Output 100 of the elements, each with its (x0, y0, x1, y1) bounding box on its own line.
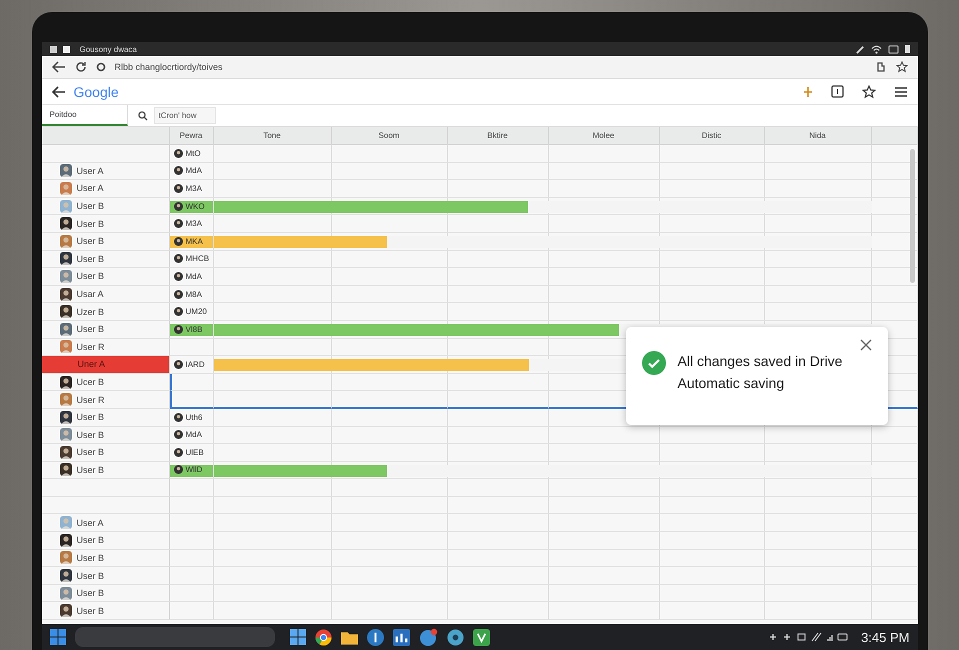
person-chip-icon (174, 412, 182, 422)
chip-label: MdA (186, 430, 202, 440)
pen-icon (856, 44, 864, 54)
user-name: User B (76, 464, 104, 475)
logo: Google (74, 84, 119, 100)
user-name: User B (76, 552, 104, 563)
avatar-icon (60, 340, 72, 354)
column-header[interactable]: Nida (764, 127, 872, 145)
user-name: User B (76, 588, 104, 598)
phone-app-icon[interactable] (418, 628, 438, 646)
avatar-icon (60, 217, 72, 230)
user-name: User B (76, 430, 104, 440)
scrollbar[interactable] (910, 149, 914, 283)
timeline-bar[interactable] (170, 464, 388, 477)
avatar-icon (60, 410, 72, 424)
user-name: User A (76, 518, 104, 528)
avatar-icon (60, 376, 72, 389)
avatar-icon (60, 604, 72, 618)
user-name: Uzer B (76, 306, 104, 317)
avatar-icon (60, 534, 72, 547)
user-name: User B (76, 236, 104, 246)
column-header[interactable]: Tone (214, 127, 332, 145)
site-info-icon[interactable] (96, 62, 106, 72)
chip-label: MKA (186, 236, 203, 246)
notification-title: All changes saved in Drive (678, 353, 842, 369)
table-cell (872, 532, 918, 550)
search-icon (138, 110, 148, 120)
avatar-icon (60, 288, 72, 301)
app-icon[interactable] (366, 628, 384, 646)
url-text[interactable]: Rlbb changlocrtiordy/toives (114, 62, 223, 72)
user-name: User A (76, 166, 104, 176)
table-cell (170, 496, 214, 514)
person-chip-icon (174, 148, 182, 158)
start-icon[interactable] (50, 629, 66, 645)
column-header[interactable]: Molee (548, 127, 660, 145)
avatar-icon (60, 252, 72, 266)
person-chip-icon (174, 166, 182, 176)
table-cell (872, 602, 918, 620)
avatar-icon (60, 305, 72, 318)
window-title: Gousony dwaca (80, 44, 137, 54)
gear-app-icon[interactable] (446, 628, 464, 646)
chip-label: MdA (186, 272, 202, 281)
column-header[interactable]: Bktire (448, 127, 548, 145)
user-name: User A (76, 183, 104, 194)
menu-icon[interactable] (894, 86, 908, 98)
folder-icon[interactable] (340, 630, 358, 644)
user-name: User B (76, 535, 104, 546)
back-icon[interactable] (52, 86, 66, 98)
chip-label: M8A (186, 290, 202, 299)
sheet-tab[interactable]: Poitdoo (42, 105, 128, 126)
avatar-icon (60, 182, 72, 195)
star-icon[interactable] (862, 84, 876, 98)
table-cell (872, 479, 918, 497)
user-name: User B (76, 570, 104, 581)
avatar-icon (60, 234, 72, 248)
check-icon (642, 351, 666, 375)
person-chip-icon (174, 219, 182, 228)
avatar-icon (60, 270, 72, 283)
person-chip-icon (174, 290, 182, 299)
close-icon[interactable] (860, 339, 872, 351)
tray-icons[interactable] (768, 632, 848, 642)
column-header[interactable]: Distic (660, 127, 764, 145)
column-header[interactable]: Pewra (170, 127, 214, 145)
chart-app-icon[interactable] (392, 628, 410, 646)
person-chip-icon (174, 272, 182, 281)
avatar-icon (60, 446, 72, 459)
notification-text: Automatic saving (678, 375, 786, 391)
user-name: Usar A (76, 289, 104, 300)
table-cell (872, 514, 918, 532)
person-chip-icon (174, 254, 182, 264)
table-cell (872, 426, 918, 444)
avatar-icon (60, 322, 72, 336)
panel-icon[interactable] (830, 85, 844, 98)
user-name: User B (76, 271, 104, 282)
timeline-bar[interactable] (170, 236, 388, 248)
reload-icon[interactable] (74, 61, 86, 73)
avatar-icon (60, 516, 72, 530)
user-name: User B (76, 447, 104, 458)
battery-icon (904, 45, 910, 53)
leaf-app-icon[interactable] (472, 628, 490, 646)
extension-icon[interactable] (874, 61, 886, 73)
back-icon[interactable] (52, 61, 66, 73)
user-name: User B (76, 412, 104, 422)
chip-label: Uth6 (186, 412, 202, 422)
browser-icon[interactable] (314, 628, 332, 646)
search-field[interactable]: tCron' how (154, 107, 216, 124)
column-header[interactable]: Soom (332, 127, 448, 145)
chip-label: MdA (186, 166, 202, 176)
person-chip-icon (174, 184, 182, 193)
star-icon[interactable] (896, 61, 908, 73)
chip-label: M3A (186, 219, 202, 228)
windows-icon[interactable] (290, 629, 306, 645)
chip-label: MHCB (186, 254, 210, 264)
avatar-icon (60, 586, 72, 600)
plus-icon[interactable] (802, 86, 812, 98)
clock: 3:45 PM (861, 630, 910, 644)
chip-label: M3A (186, 184, 202, 193)
chip-label: MtO (186, 148, 201, 158)
wifi-icon (870, 44, 882, 54)
table-cell (872, 286, 918, 304)
